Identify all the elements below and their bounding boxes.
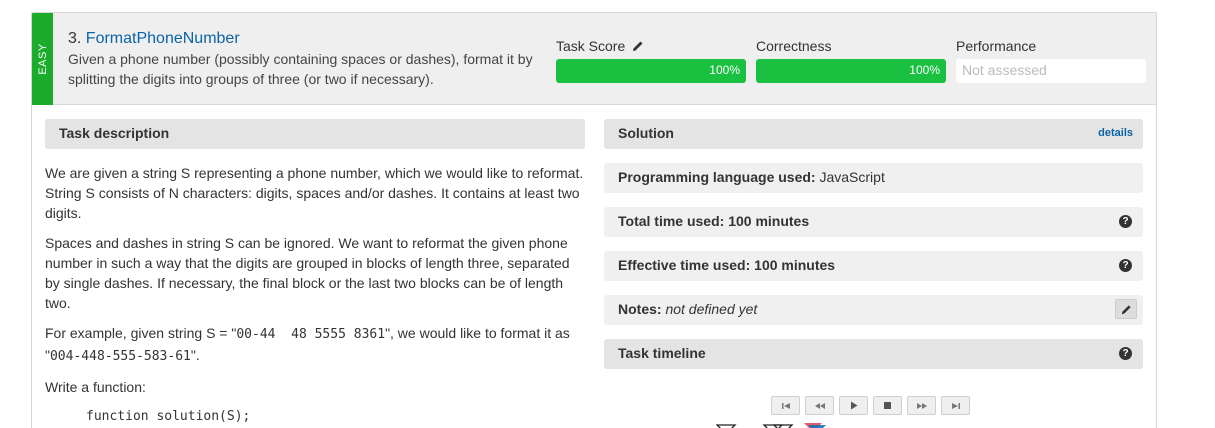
- task-timeline-heading: Task timeline ?: [604, 339, 1143, 369]
- correctness-metric: Correctness 100%: [756, 37, 946, 83]
- description-paragraph: Spaces and dashes in string S can be ign…: [45, 235, 570, 311]
- stop-icon: [884, 402, 891, 409]
- help-icon[interactable]: ?: [1119, 215, 1132, 228]
- performance-value: Not assessed: [962, 62, 1047, 78]
- task-timeline-label: Task timeline: [618, 345, 706, 361]
- solution-heading: Solution details: [604, 119, 1143, 149]
- correctness-bar: 100%: [756, 59, 946, 83]
- stop-button[interactable]: [873, 396, 902, 415]
- rewind-icon: [814, 402, 825, 409]
- help-icon[interactable]: ?: [1119, 259, 1132, 272]
- task-summary: Given a phone number (possibly containin…: [68, 51, 533, 87]
- correctness-label: Correctness: [756, 38, 832, 54]
- help-icon[interactable]: ?: [1119, 347, 1132, 360]
- performance-metric: Performance Not assessed: [956, 37, 1146, 83]
- solution-panel: Solution details Programming language us…: [604, 119, 1143, 428]
- pencil-icon: [1121, 304, 1131, 314]
- description-paragraph: We are given a string S representing a p…: [45, 165, 584, 221]
- notes-label: Notes:: [618, 301, 662, 317]
- task-score-metric: Task Score 100%: [556, 37, 746, 83]
- task-description-heading: Task description: [45, 119, 585, 149]
- timeline-player: [771, 396, 970, 415]
- skip-back-icon: [781, 402, 790, 409]
- example-text: ".: [190, 347, 200, 363]
- total-time-text: Total time used: 100 minutes: [618, 213, 810, 229]
- fast-forward-icon: [916, 402, 927, 409]
- task-score-bar: 100%: [556, 59, 746, 83]
- task-card: EASY 3. FormatPhoneNumber Given a phone …: [31, 12, 1157, 428]
- task-score-value: 100%: [709, 63, 740, 77]
- timeline-markers: [716, 423, 826, 428]
- task-score-label: Task Score: [556, 38, 626, 54]
- rewind-button[interactable]: [805, 396, 834, 415]
- edit-notes-button[interactable]: [1115, 299, 1137, 319]
- example-output-code: 004-448-555-583-61: [49, 349, 191, 364]
- pencil-icon[interactable]: [632, 40, 644, 52]
- difficulty-badge: EASY: [32, 13, 53, 105]
- example-paragraph: For example, given string S = "00-44 48 …: [45, 323, 585, 367]
- details-link[interactable]: details: [1098, 127, 1133, 139]
- performance-label: Performance: [956, 38, 1037, 54]
- language-value: JavaScript: [819, 169, 885, 185]
- task-header: EASY 3. FormatPhoneNumber Given a phone …: [32, 13, 1156, 105]
- notes-row: Notes: not defined yet: [604, 295, 1143, 325]
- last-button[interactable]: [941, 396, 970, 415]
- fast-forward-button[interactable]: [907, 396, 936, 415]
- notes-value: not defined yet: [665, 301, 758, 317]
- task-number: 3.: [68, 30, 82, 47]
- play-icon: [850, 401, 857, 410]
- language-row: Programming language used: JavaScript: [604, 163, 1143, 193]
- effective-time-row: Effective time used: 100 minutes ?: [604, 251, 1143, 281]
- example-text: For example, given string S = ": [45, 325, 237, 341]
- task-description-panel: Task description We are given a string S…: [45, 119, 585, 424]
- difficulty-label: EASY: [36, 43, 49, 75]
- performance-bar: Not assessed: [956, 59, 1146, 83]
- function-intro: Write a function:: [45, 379, 146, 395]
- example-input-code: 00-44 48 5555 8361: [236, 327, 386, 342]
- language-label: Programming language used:: [618, 169, 816, 185]
- solution-heading-label: Solution: [618, 125, 674, 141]
- task-title: 3. FormatPhoneNumber: [68, 30, 240, 48]
- function-signature-code: function solution(S);: [86, 409, 251, 424]
- skip-forward-icon: [951, 402, 960, 409]
- correctness-value: 100%: [909, 63, 940, 77]
- play-button[interactable]: [839, 396, 868, 415]
- first-button[interactable]: [771, 396, 800, 415]
- total-time-row: Total time used: 100 minutes ?: [604, 207, 1143, 237]
- task-name-link[interactable]: FormatPhoneNumber: [86, 30, 240, 47]
- effective-time-text: Effective time used: 100 minutes: [618, 257, 836, 273]
